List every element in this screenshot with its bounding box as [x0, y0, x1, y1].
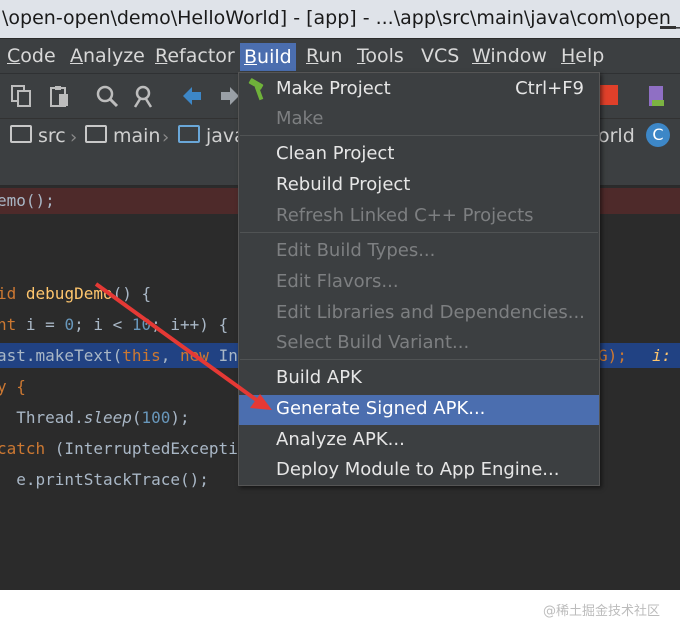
watermark: @稀土掘金技术社区 [543, 604, 661, 619]
annotation-arrow [94, 282, 272, 410]
ide-window: \open-open\demo\HelloWorld] - [app] - ..… [0, 0, 680, 590]
